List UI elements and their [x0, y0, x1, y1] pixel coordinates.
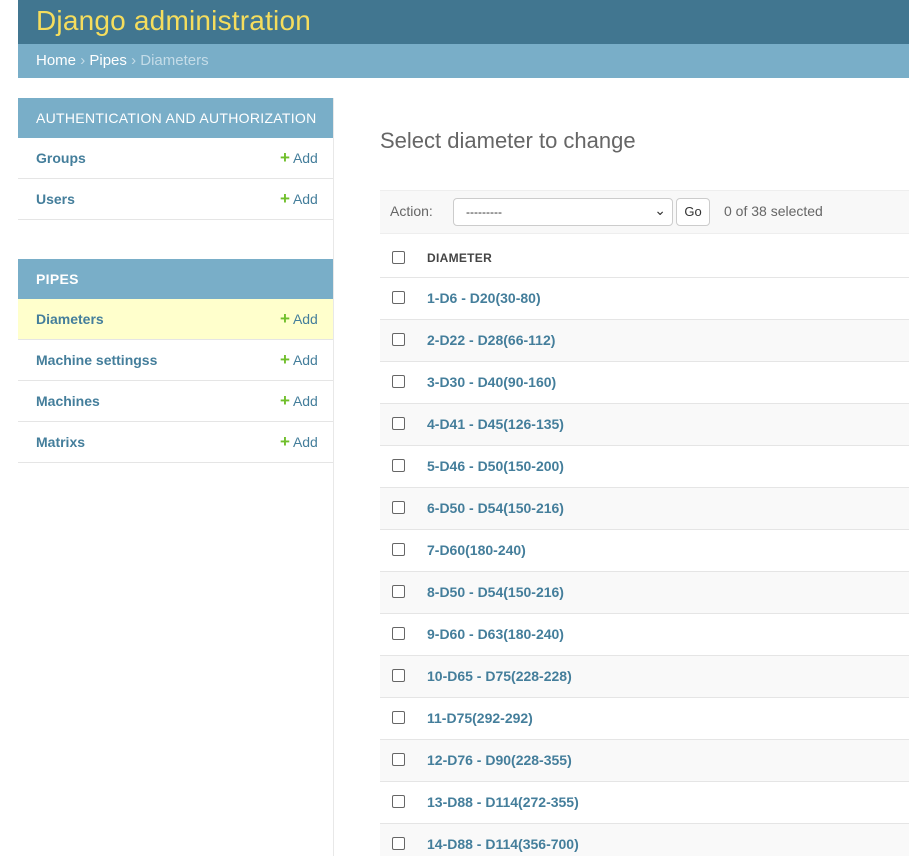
sidebar-item-diameters: Diameters + Add	[18, 299, 333, 340]
go-button[interactable]: Go	[676, 198, 710, 226]
sidebar-item-users: Users + Add	[18, 179, 333, 220]
diameter-link[interactable]: 6-D50 - D54(150-216)	[427, 500, 564, 516]
sidebar-item-label[interactable]: Groups	[36, 150, 86, 166]
diameter-link[interactable]: 1-D6 - D20(30-80)	[427, 290, 541, 306]
sidebar-item-label[interactable]: Diameters	[36, 311, 104, 327]
diameter-link[interactable]: 3-D30 - D40(90-160)	[427, 374, 556, 390]
breadcrumb-pipes[interactable]: Pipes	[89, 52, 127, 69]
selected-count: 0 of 38 selected	[724, 203, 823, 219]
add-users-button[interactable]: + Add	[280, 189, 318, 208]
breadcrumb: Home › Pipes › Diameters	[18, 44, 909, 78]
action-label: Action:	[390, 203, 433, 219]
sidebar-item-label[interactable]: Matrixs	[36, 434, 85, 450]
add-groups-button[interactable]: + Add	[280, 148, 318, 167]
column-header-diameter[interactable]: DIAMETER	[427, 251, 492, 265]
breadcrumb-home[interactable]: Home	[36, 52, 76, 69]
page-title: Select diameter to change	[380, 128, 636, 153]
table-row: 4-D41 - D45(126-135)	[380, 404, 909, 446]
table-row: 13-D88 - D114(272-355)	[380, 782, 909, 824]
add-machines-button[interactable]: + Add	[280, 391, 318, 410]
diameter-link[interactable]: 8-D50 - D54(150-216)	[427, 584, 564, 600]
sidebar-item-machines: Machines + Add	[18, 381, 333, 422]
pipes-module-caption[interactable]: PIPES	[18, 259, 333, 299]
plus-icon: +	[280, 391, 290, 410]
module-spacer	[18, 220, 333, 259]
table-row: 6-D50 - D54(150-216)	[380, 488, 909, 530]
select-all-checkbox[interactable]	[392, 251, 405, 264]
sidebar-nav: AUTHENTICATION AND AUTHORIZATION Groups …	[18, 98, 334, 856]
chevron-down-icon: ⌄	[654, 202, 666, 218]
row-checkbox[interactable]	[392, 543, 405, 556]
diameter-link[interactable]: 7-D60(180-240)	[427, 542, 526, 558]
row-checkbox[interactable]	[392, 375, 405, 388]
table-row: 5-D46 - D50(150-200)	[380, 446, 909, 488]
add-machine-settingss-button[interactable]: + Add	[280, 350, 318, 369]
diameter-link[interactable]: 13-D88 - D114(272-355)	[427, 794, 579, 810]
plus-icon: +	[280, 350, 290, 369]
plus-icon: +	[280, 309, 290, 328]
table-row: 10-D65 - D75(228-228)	[380, 656, 909, 698]
auth-module-caption[interactable]: AUTHENTICATION AND AUTHORIZATION	[18, 98, 333, 138]
table-row: 9-D60 - D63(180-240)	[380, 614, 909, 656]
breadcrumb-separator: ›	[80, 52, 86, 69]
sidebar-item-label[interactable]: Users	[36, 191, 75, 207]
sidebar-item-label[interactable]: Machines	[36, 393, 100, 409]
breadcrumb-separator: ›	[131, 52, 137, 69]
plus-icon: +	[280, 432, 290, 451]
diameter-link[interactable]: 5-D46 - D50(150-200)	[427, 458, 564, 474]
table-row: 11-D75(292-292)	[380, 698, 909, 740]
diameter-link[interactable]: 9-D60 - D63(180-240)	[427, 626, 564, 642]
plus-icon: +	[280, 148, 290, 167]
table-header: DIAMETER	[380, 237, 909, 278]
breadcrumb-current: Diameters	[140, 52, 209, 69]
add-diameters-button[interactable]: + Add	[280, 309, 318, 328]
row-checkbox[interactable]	[392, 837, 405, 850]
action-bar: Action: --------- ⌄ Go 0 of 38 selected	[380, 190, 909, 234]
diameter-link[interactable]: 2-D22 - D28(66-112)	[427, 332, 555, 348]
row-checkbox[interactable]	[392, 753, 405, 766]
diameter-link[interactable]: 14-D88 - D114(356-700)	[427, 836, 579, 852]
diameter-link[interactable]: 4-D41 - D45(126-135)	[427, 416, 564, 432]
sidebar-item-label[interactable]: Machine settingss	[36, 352, 157, 368]
row-checkbox[interactable]	[392, 333, 405, 346]
row-checkbox[interactable]	[392, 669, 405, 682]
row-checkbox[interactable]	[392, 795, 405, 808]
table-row: 14-D88 - D114(356-700)	[380, 824, 909, 856]
diameter-link[interactable]: 11-D75(292-292)	[427, 710, 533, 726]
table-row: 2-D22 - D28(66-112)	[380, 320, 909, 362]
sidebar-item-matrixs: Matrixs + Add	[18, 422, 333, 463]
action-select[interactable]: --------- ⌄	[453, 198, 673, 226]
row-checkbox[interactable]	[392, 501, 405, 514]
table-row: 8-D50 - D54(150-216)	[380, 572, 909, 614]
row-checkbox[interactable]	[392, 417, 405, 430]
add-matrixs-button[interactable]: + Add	[280, 432, 318, 451]
row-checkbox[interactable]	[392, 711, 405, 724]
action-select-value: ---------	[466, 205, 502, 219]
table-row: 3-D30 - D40(90-160)	[380, 362, 909, 404]
row-checkbox[interactable]	[392, 291, 405, 304]
diameter-link[interactable]: 12-D76 - D90(228-355)	[427, 752, 572, 768]
plus-icon: +	[280, 189, 290, 208]
row-checkbox[interactable]	[392, 459, 405, 472]
row-checkbox[interactable]	[392, 585, 405, 598]
row-checkbox[interactable]	[392, 627, 405, 640]
sidebar-item-machine-settingss: Machine settingss + Add	[18, 340, 333, 381]
table-row: 7-D60(180-240)	[380, 530, 909, 572]
site-title[interactable]: Django administration	[36, 5, 311, 37]
table-row: 12-D76 - D90(228-355)	[380, 740, 909, 782]
site-header: Django administration	[18, 0, 909, 44]
table-row: 1-D6 - D20(30-80)	[380, 278, 909, 320]
sidebar-item-groups: Groups + Add	[18, 138, 333, 179]
diameter-link[interactable]: 10-D65 - D75(228-228)	[427, 668, 572, 684]
